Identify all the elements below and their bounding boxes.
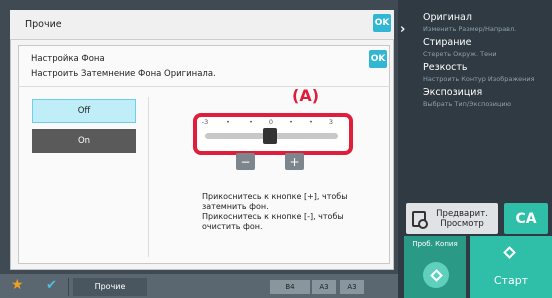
- tray-a3-2: A3: [340, 280, 364, 294]
- tick-label: •: [226, 118, 230, 126]
- help-plus: Прикоснитесь к кнопке [+], чтобы затемни…: [202, 192, 348, 211]
- menu-item-erase[interactable]: Стирание Стереть Окруж. Тени: [423, 37, 552, 59]
- start-button[interactable]: Старт: [470, 236, 552, 298]
- tick-label: 3: [328, 118, 334, 126]
- menu-item-original[interactable]: Оригинал Изменить Размер/Направл.: [423, 12, 552, 34]
- slider-ticks: -3 • • 0 • • 3: [201, 118, 343, 128]
- tick-label: •: [289, 118, 293, 126]
- menu-item-sub: Изменить Размер/Направл.: [423, 25, 517, 33]
- ca-button[interactable]: CA: [504, 203, 548, 234]
- dialog-divider: [18, 86, 390, 87]
- other-dialog-header: [10, 10, 394, 40]
- minus-button[interactable]: −: [236, 153, 255, 170]
- proof-copy-label: Проб. Копия: [412, 240, 458, 248]
- menu-item-title: Стирание: [423, 37, 472, 48]
- star-icon[interactable]: ★: [11, 277, 24, 293]
- menu-item-sub: Выбрать Тип/Экспозицию: [423, 100, 512, 108]
- vertical-divider: [148, 97, 149, 257]
- page-title: Прочие: [25, 19, 62, 30]
- menu-item-title: Резкость: [423, 62, 468, 73]
- preview-icon: [412, 210, 428, 229]
- dialog-subtitle: Настроить Затемнение Фона Оригинала.: [31, 69, 216, 79]
- preview-label: Предварит. Просмотр: [436, 208, 488, 229]
- check-icon[interactable]: ✔: [46, 278, 57, 293]
- slider-thumb[interactable]: [263, 128, 277, 144]
- ok-button-main[interactable]: OK: [373, 14, 391, 32]
- start-label: Старт: [493, 274, 529, 287]
- ok-button-dialog[interactable]: OK: [369, 50, 387, 68]
- proof-copy-button[interactable]: Проб. Копия: [404, 236, 466, 298]
- tick-label: •: [309, 118, 313, 126]
- plus-button[interactable]: +: [285, 153, 304, 170]
- help-minus: Прикоснитесь к кнопке [-], чтобы очистит…: [202, 212, 344, 231]
- dialog-title: Настройка Фона: [31, 54, 105, 64]
- tray-a3: A3: [312, 280, 336, 294]
- option-on-button[interactable]: On: [32, 129, 136, 153]
- diamond-icon: [503, 246, 516, 259]
- menu-item-sub: Стереть Окруж. Тени: [423, 50, 497, 58]
- annotation-label: (A): [292, 86, 320, 105]
- chevron-right-icon[interactable]: ›: [400, 22, 405, 37]
- diamond-icon: [429, 268, 443, 282]
- help-text: Прикоснитесь к кнопке [+], чтобы затемни…: [202, 192, 382, 232]
- preview-button[interactable]: Предварит. Просмотр: [406, 203, 498, 234]
- option-off-button[interactable]: Off: [32, 99, 136, 123]
- tick-label: •: [249, 118, 253, 126]
- proof-copy-circle: [423, 262, 449, 288]
- menu-item-title: Экспозиция: [423, 87, 483, 98]
- tick-label: -3: [201, 118, 209, 126]
- bottom-tab-other[interactable]: Прочие: [73, 278, 147, 296]
- tray-b4: B4: [270, 280, 310, 294]
- tick-label: 0: [268, 118, 274, 126]
- bottom-bar: [0, 274, 398, 298]
- menu-item-sharpness[interactable]: Резкость Настроить Контур Изображения: [423, 62, 552, 84]
- menu-item-sub: Настроить Контур Изображения: [423, 75, 535, 83]
- menu-item-title: Оригинал: [423, 12, 472, 23]
- bottom-divider: [68, 278, 69, 296]
- menu-item-exposure[interactable]: Экспозиция Выбрать Тип/Экспозицию: [423, 87, 552, 109]
- side-menu: Оригинал Изменить Размер/Направл. Стиран…: [423, 12, 552, 112]
